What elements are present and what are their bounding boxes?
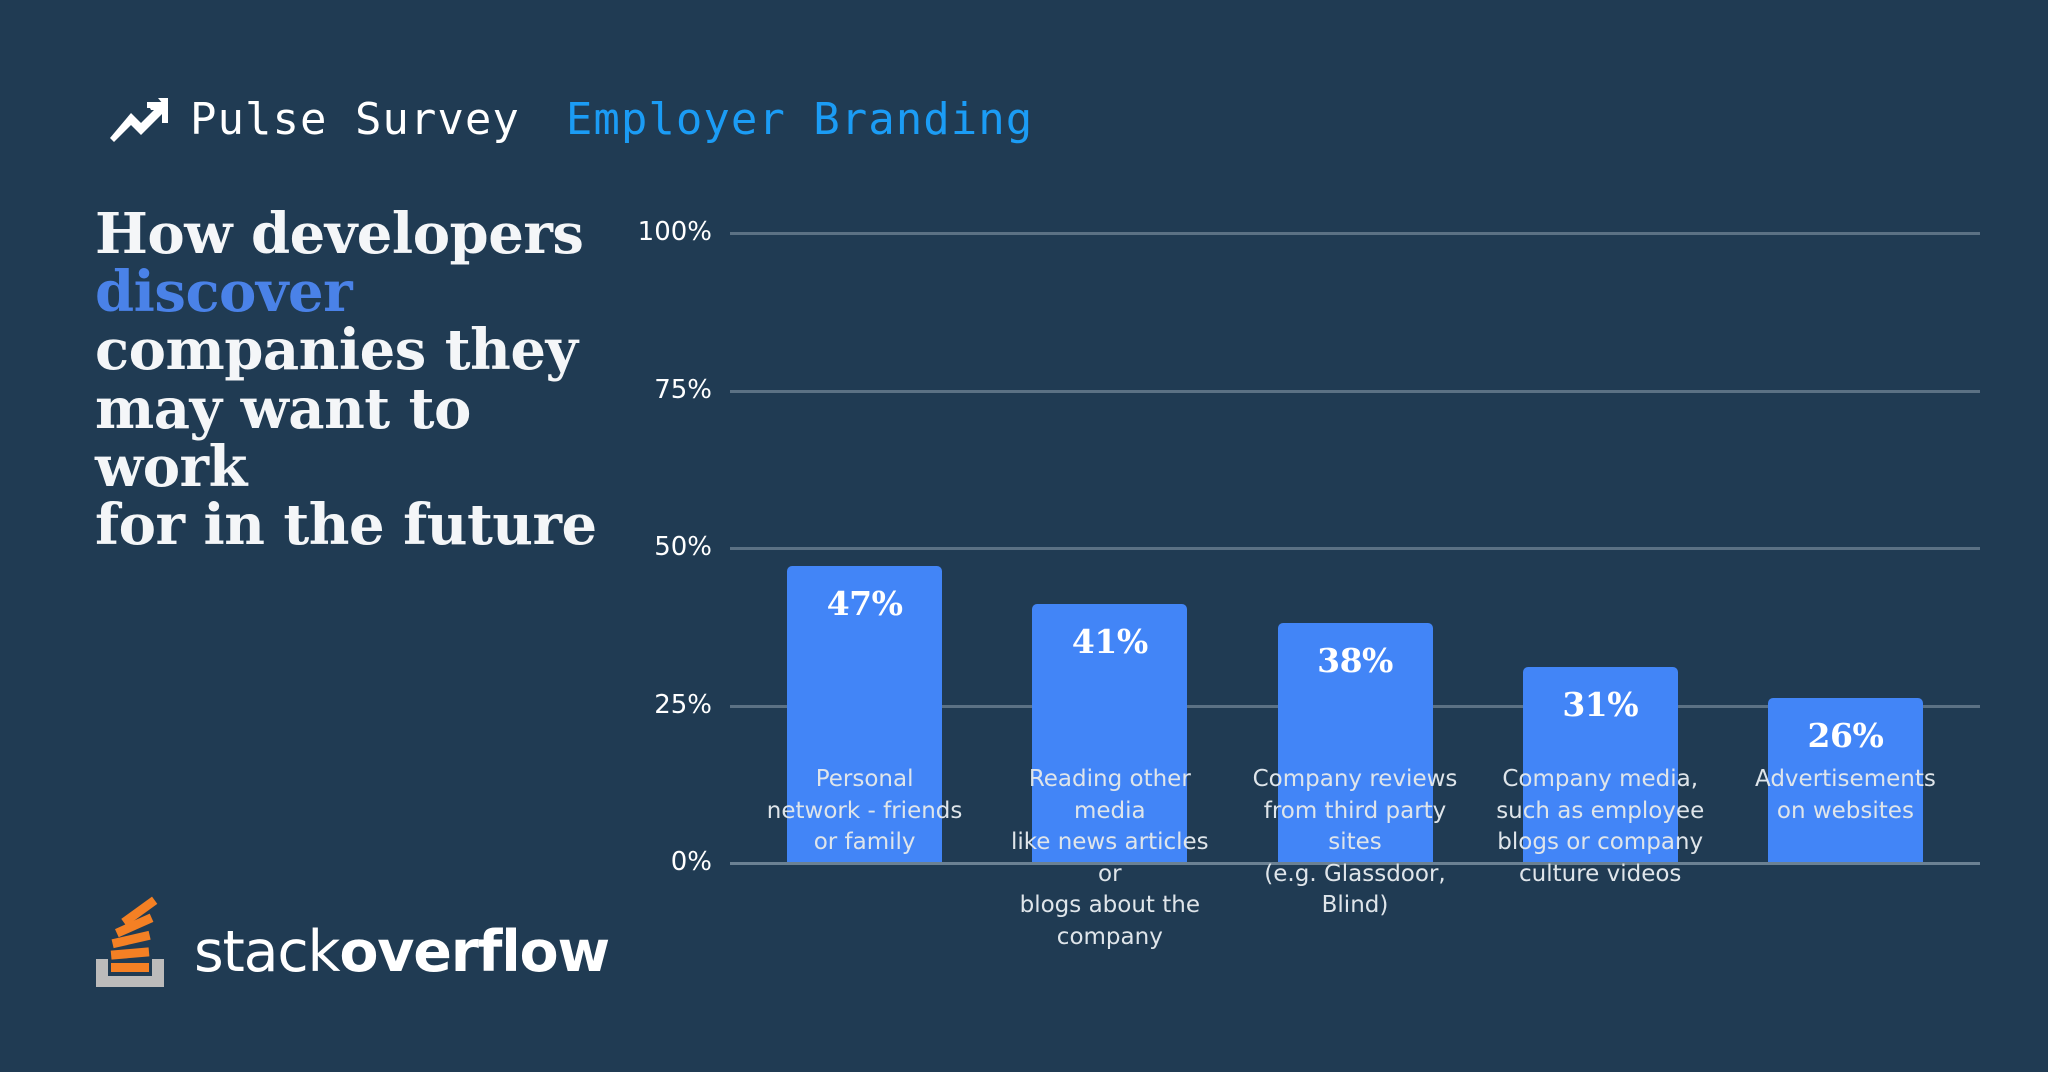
header-title-accent: Employer Branding bbox=[565, 94, 1034, 145]
headline-line-1: How developers bbox=[95, 201, 584, 267]
x-axis-category-labels: Personal network - friends or family Readi… bbox=[730, 750, 1980, 950]
y-axis-tick-labels: 100% 75% 50% 25% 0% bbox=[638, 217, 712, 877]
header-title-main: Pulse Survey bbox=[190, 94, 520, 145]
y-axis-tick: 0% bbox=[670, 847, 712, 877]
logo-word-stack: stack bbox=[194, 919, 341, 985]
trend-up-arrow-icon bbox=[110, 98, 168, 142]
x-axis-label: Company media, such as employee blogs or c… bbox=[1496, 766, 1705, 887]
x-axis-label: Advertisements on websites bbox=[1755, 766, 1936, 824]
y-axis-tick: 100% bbox=[637, 217, 712, 247]
y-axis-tick: 75% bbox=[654, 374, 712, 405]
headline-accent-word: discover bbox=[95, 259, 353, 326]
logo-word-overflow: overflow bbox=[339, 919, 610, 985]
bar-value-label: 47% bbox=[826, 583, 903, 623]
x-axis-label: Company reviews from third party sites (e.… bbox=[1252, 766, 1458, 918]
y-axis-tick: 25% bbox=[654, 689, 712, 720]
stack-overflow-logo-icon bbox=[96, 896, 164, 987]
y-axis-tick: 50% bbox=[654, 532, 712, 562]
stack-overflow-logo: stackoverflow bbox=[90, 895, 610, 989]
headline-line-4: may want to work bbox=[95, 375, 471, 500]
bar-value-label: 41% bbox=[1071, 621, 1148, 661]
bar-chart: 100% 75% 50% 25% 0% 47% 41% 38% 31% 26% … bbox=[638, 210, 1980, 950]
stack-overflow-wordmark: stackoverflow bbox=[194, 924, 610, 989]
x-axis-label: Reading other media like news articles or… bbox=[1010, 766, 1209, 950]
header-bar: Pulse Survey Employer Branding bbox=[110, 90, 1033, 150]
headline-line-5: for in the future bbox=[95, 492, 597, 559]
bar-value-label: 38% bbox=[1317, 640, 1393, 680]
page-title: How developers discover companies they m… bbox=[95, 205, 625, 554]
x-axis-label: Personal network - friends or family bbox=[766, 766, 963, 855]
headline-line-3: companies they bbox=[95, 317, 578, 384]
bar-value-label: 31% bbox=[1562, 684, 1639, 724]
